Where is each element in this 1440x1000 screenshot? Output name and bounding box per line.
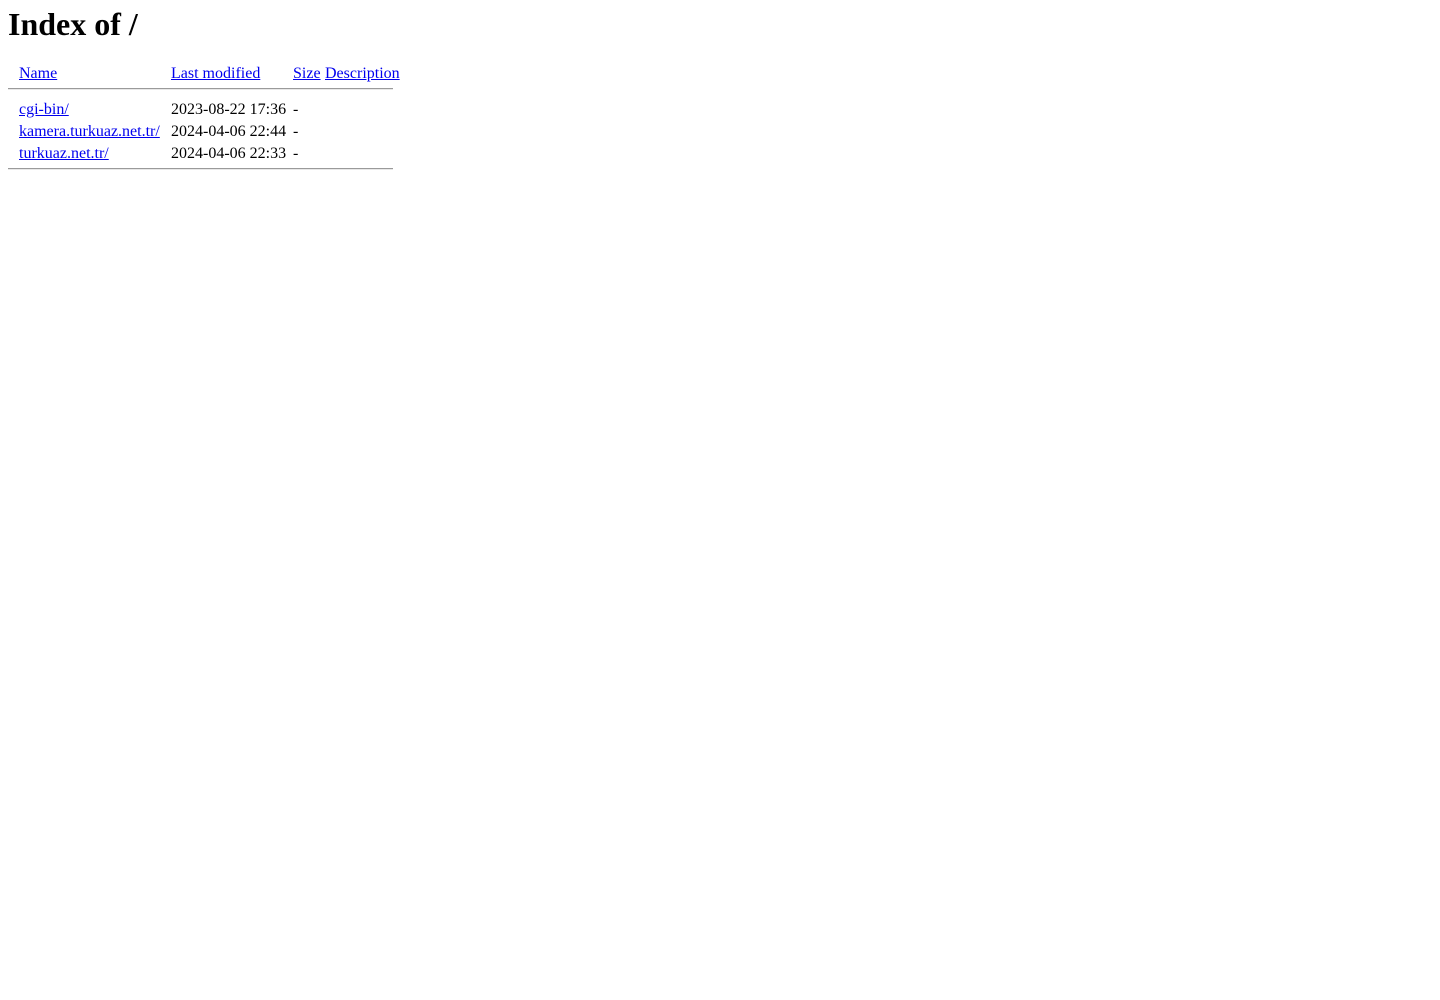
row-description <box>325 143 407 165</box>
footer-separator-cell <box>8 165 407 173</box>
header-separator-cell <box>8 85 407 93</box>
row-size: - <box>293 100 299 118</box>
horizontal-rule-top <box>8 87 393 90</box>
row-last-modified: 2023-08-22 17:36 <box>171 100 287 118</box>
table-header-row: Name Last modified Size Description <box>8 63 407 85</box>
row-icon-cell <box>8 121 19 143</box>
horizontal-rule-bottom <box>8 167 393 170</box>
directory-link[interactable]: turkuaz.net.tr/ <box>19 145 109 162</box>
row-icon-cell <box>8 143 19 165</box>
column-header-size: Size <box>293 63 325 85</box>
directory-index-page: Index of / Name Last modified Size Descr… <box>0 0 1440 181</box>
sort-by-description-link[interactable]: Description <box>325 65 400 82</box>
directory-listing-table: Name Last modified Size Description cgi-… <box>8 63 407 173</box>
header-icon-cell <box>8 63 19 85</box>
row-description <box>325 121 407 143</box>
row-icon-cell <box>8 99 19 121</box>
row-size: - <box>293 144 299 162</box>
page-title: Index of / <box>8 6 138 42</box>
column-header-description: Description <box>325 63 407 85</box>
row-description <box>325 99 407 121</box>
row-last-modified: 2024-04-06 22:44 <box>171 122 287 140</box>
directory-listing-body: cgi-bin/ 2023-08-22 17:36 - kamera.turku… <box>8 99 407 165</box>
row-name-cell: kamera.turkuaz.net.tr/ <box>19 121 171 143</box>
sort-by-name-link[interactable]: Name <box>19 65 57 82</box>
row-name-cell: turkuaz.net.tr/ <box>19 143 171 165</box>
directory-link[interactable]: kamera.turkuaz.net.tr/ <box>19 123 160 140</box>
directory-link[interactable]: cgi-bin/ <box>19 101 69 118</box>
sort-by-size-link[interactable]: Size <box>293 65 321 82</box>
sort-by-last-modified-link[interactable]: Last modified <box>171 65 260 82</box>
footer-separator-row <box>8 165 407 173</box>
table-row[interactable]: cgi-bin/ 2023-08-22 17:36 - <box>8 99 407 121</box>
table-row[interactable]: turkuaz.net.tr/ 2024-04-06 22:33 - <box>8 143 407 165</box>
column-header-name: Name <box>19 63 171 85</box>
table-row[interactable]: kamera.turkuaz.net.tr/ 2024-04-06 22:44 … <box>8 121 407 143</box>
column-header-last-modified: Last modified <box>171 63 293 85</box>
header-separator-row <box>8 85 407 93</box>
row-last-modified: 2024-04-06 22:33 <box>171 144 287 162</box>
row-size: - <box>293 122 299 140</box>
row-name-cell: cgi-bin/ <box>19 99 171 121</box>
